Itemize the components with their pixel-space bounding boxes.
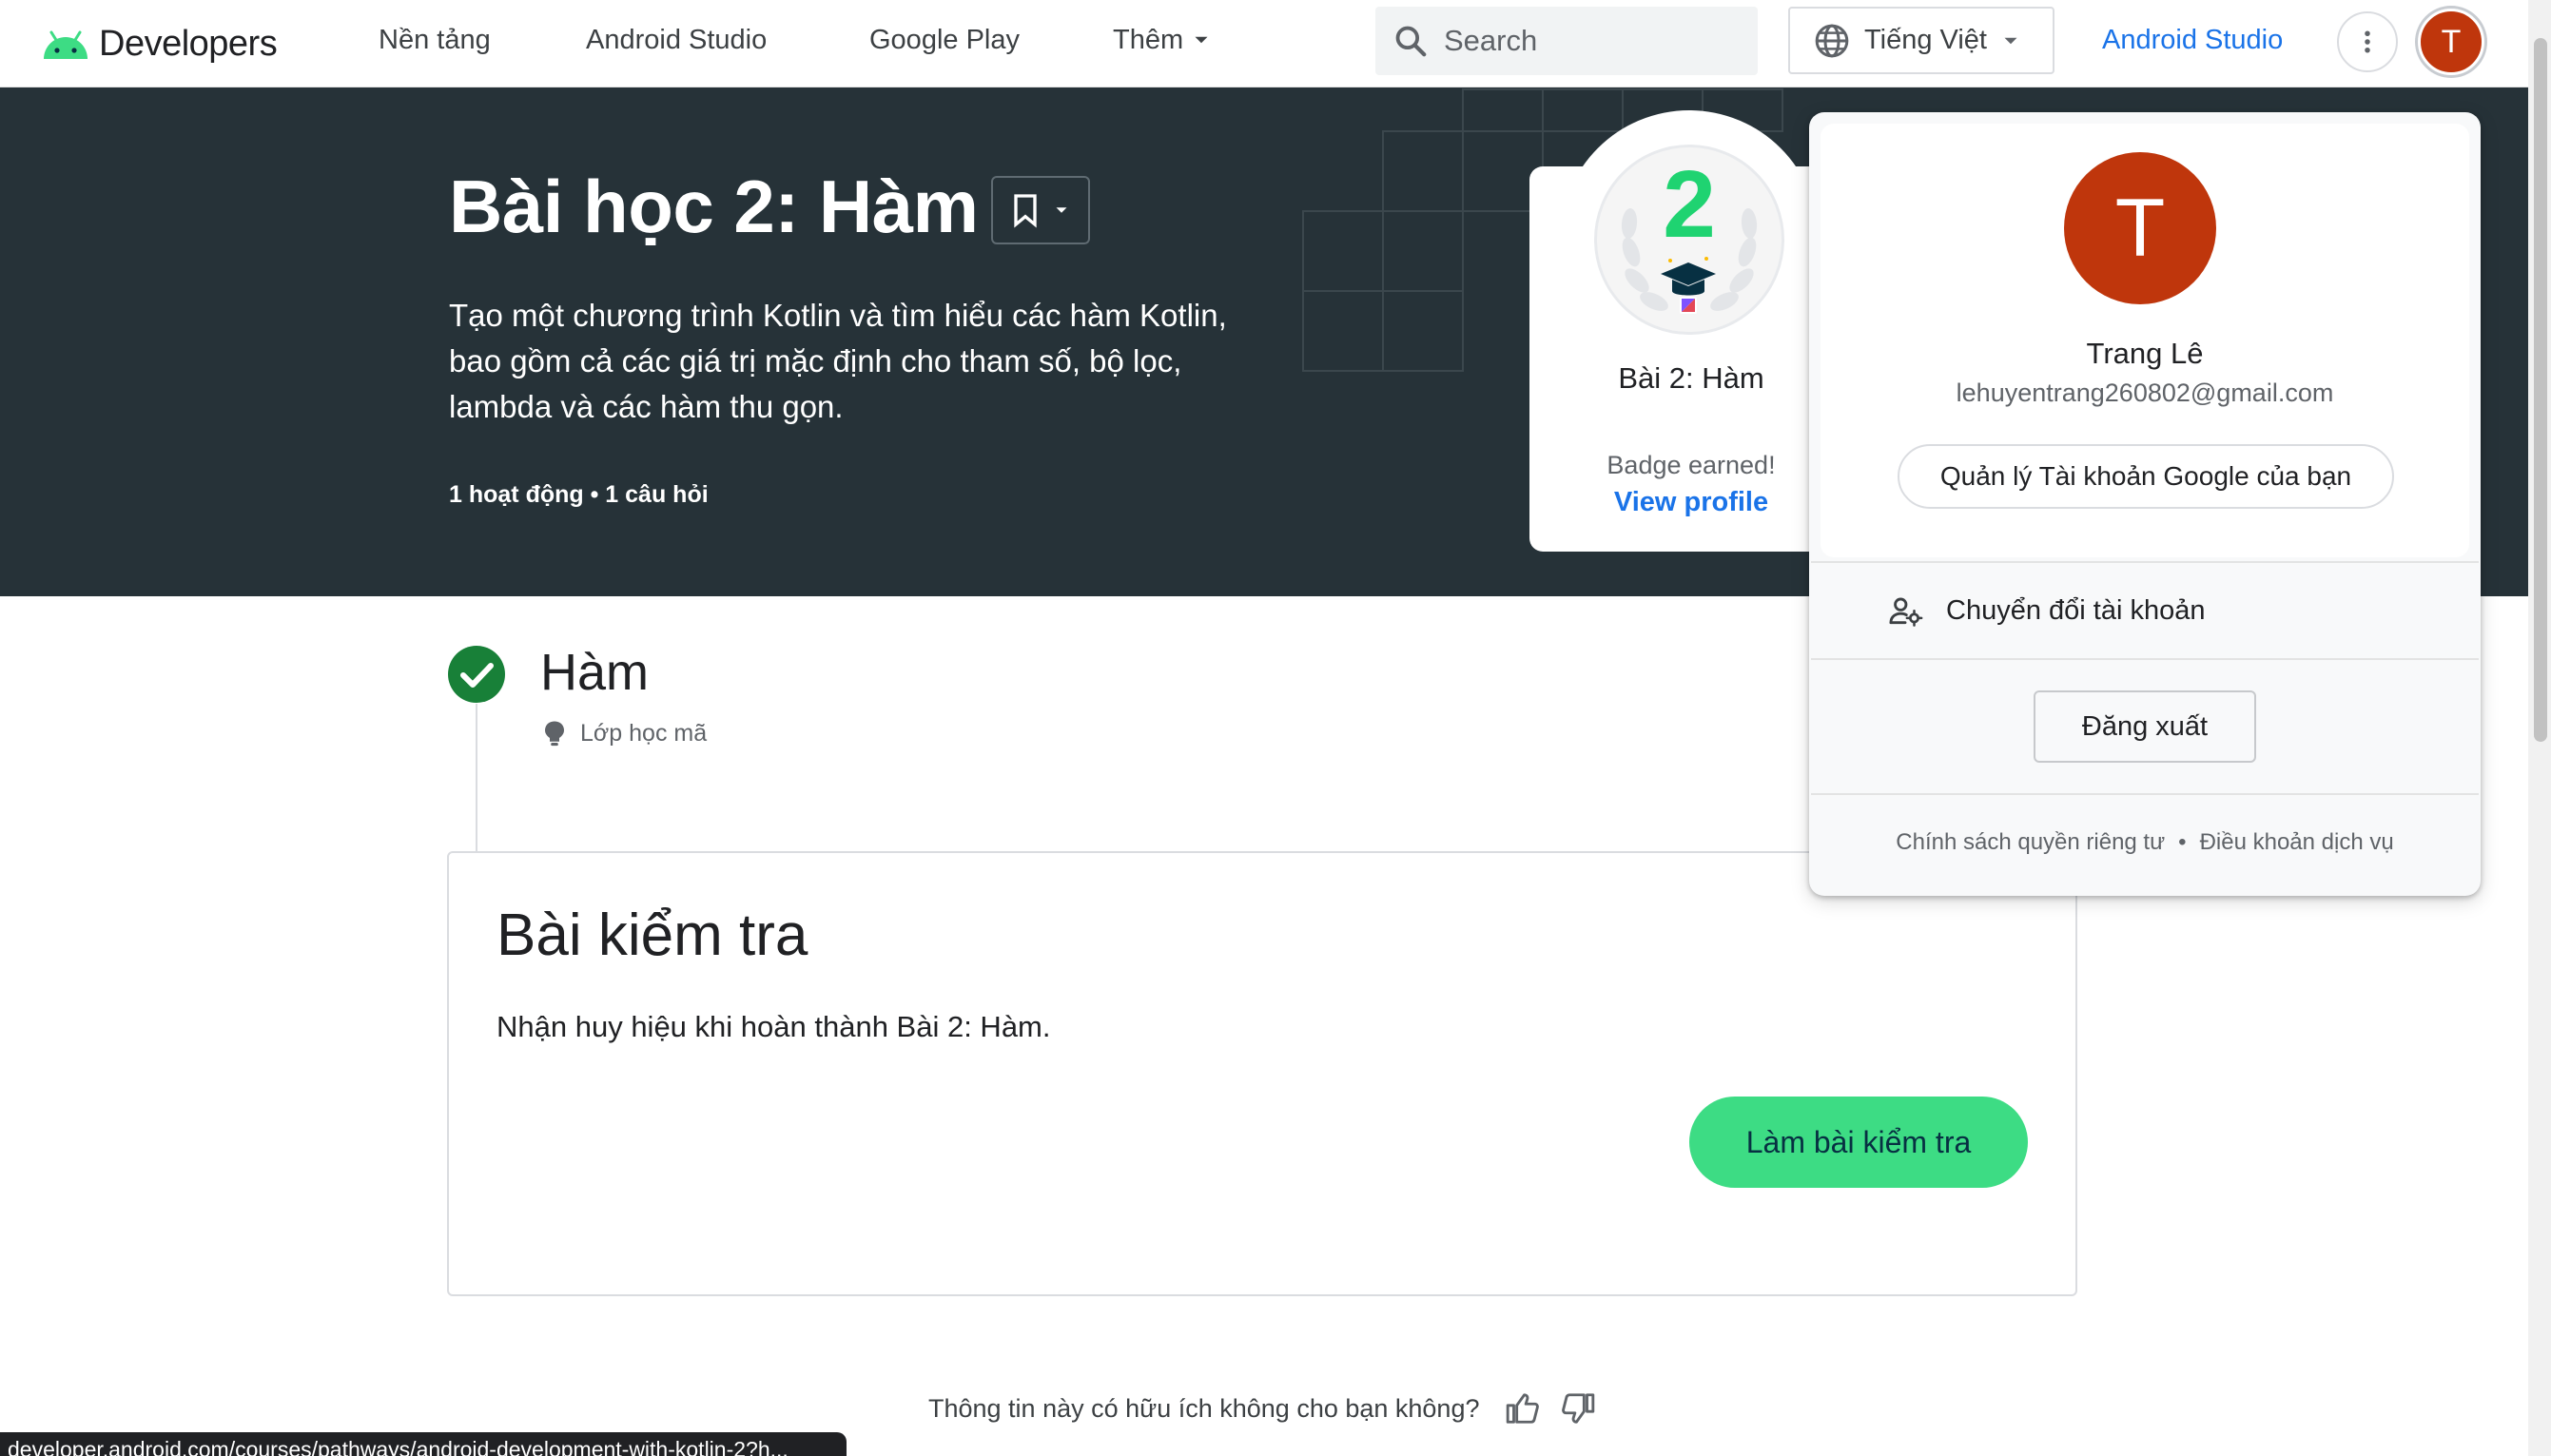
developers-logo[interactable]: Developers [40, 17, 278, 70]
nav-link-platform[interactable]: Nền tảng [379, 23, 491, 57]
search-icon [1395, 26, 1427, 57]
account-avatar-button[interactable]: T [2418, 9, 2484, 75]
globe-icon [1815, 24, 1849, 57]
popup-footer: Chính sách quyền riêng tư • Điều khoản dịc… [1809, 829, 2481, 856]
badge-name: Bài 2: Hàm [1618, 361, 1764, 395]
view-profile-link[interactable]: View profile [1529, 487, 1853, 518]
search-box[interactable] [1375, 7, 1758, 75]
switch-account-label: Chuyển đổi tài khoản [1946, 594, 2206, 626]
quiz-title: Bài kiểm tra [497, 903, 808, 968]
caret-down-icon [1056, 207, 1067, 213]
android-studio-link[interactable]: Android Studio [2102, 23, 2283, 57]
timeline-line [476, 704, 477, 852]
quiz-description: Nhận huy hiệu khi hoàn thành Bài 2: Hàm. [497, 1010, 1051, 1043]
logo-text: Developers [99, 23, 278, 64]
top-nav: Developers Nền tảng Android Studio Googl… [0, 0, 2528, 87]
lesson-meta: 1 hoạt động • 1 câu hỏi [449, 481, 709, 508]
section-type-label: Lớp học mã [580, 719, 708, 747]
switch-account-icon [1889, 597, 1923, 627]
caret-down-icon [2004, 37, 2017, 44]
caret-down-icon [1195, 36, 1208, 44]
section-type: Lớp học mã [542, 719, 707, 747]
page-title: Bài học 2: Hàm [449, 165, 979, 248]
popup-divider [1811, 658, 2479, 660]
language-selector[interactable]: Tiếng Việt [1788, 7, 2054, 74]
account-name: Trang Lê [2086, 337, 2204, 370]
take-quiz-button[interactable]: Làm bài kiểm tra [1689, 1097, 2028, 1188]
badge-earned-text: Badge earned! [1607, 451, 1776, 479]
manage-account-button[interactable]: Quản lý Tài khoản Google của bạn [1898, 444, 2394, 509]
language-label: Tiếng Việt [1864, 25, 1987, 55]
thumb-up-icon[interactable] [1505, 1390, 1541, 1427]
more-vert-icon [2365, 30, 2370, 53]
switch-account-item[interactable]: Chuyển đổi tài khoản [1811, 563, 2479, 658]
lesson-description: Tạo một chương trình Kotlin và tìm hiểu … [449, 298, 1227, 424]
lightbulb-icon [545, 721, 564, 747]
android-logo-icon [44, 30, 88, 59]
popup-divider [1811, 793, 2479, 795]
badge-number: 2 [1663, 151, 1716, 258]
nav-link-google-play[interactable]: Google Play [869, 23, 1020, 57]
thumb-down-icon[interactable] [1560, 1390, 1596, 1427]
search-input[interactable] [1444, 24, 1729, 58]
nav-more-dropdown[interactable]: Thêm [1113, 23, 1214, 57]
terms-of-service-link[interactable]: Điều khoản dịch vụ [2200, 829, 2394, 855]
bookmark-button[interactable] [991, 176, 1090, 244]
account-avatar-large: T [2064, 152, 2216, 304]
logout-button[interactable]: Đăng xuất [2034, 690, 2256, 763]
feedback-question: Thông tin này có hữu ích không cho bạn k… [928, 1393, 1480, 1423]
bookmark-icon [1014, 194, 1037, 228]
more-options-button[interactable] [2337, 11, 2398, 72]
privacy-policy-link[interactable]: Chính sách quyền riêng tư [1896, 829, 2165, 855]
graduation-cap-icon [1661, 257, 1716, 314]
nav-more-label: Thêm [1113, 25, 1184, 55]
account-email: lehuyentrang260802@gmail.com [1956, 379, 2334, 407]
footer-separator: • [2178, 829, 2187, 855]
check-circle-icon [448, 646, 505, 703]
feedback-row: Thông tin này có hữu ích không cho bạn k… [928, 1390, 1596, 1427]
nav-link-android-studio[interactable]: Android Studio [586, 23, 767, 57]
section-title[interactable]: Hàm [540, 643, 649, 702]
scrollbar-thumb[interactable] [2534, 38, 2547, 742]
status-bar-url: developer.android.com/courses/pathways/a… [0, 1432, 847, 1456]
